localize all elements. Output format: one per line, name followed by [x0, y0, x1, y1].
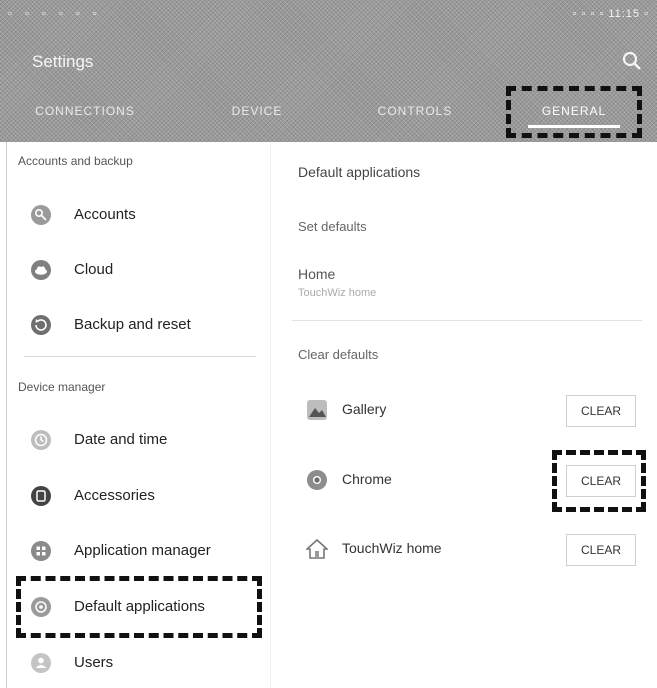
tab-label: CONNECTIONS	[35, 104, 135, 118]
accessories-icon	[31, 486, 51, 506]
clock-icon	[31, 430, 51, 450]
detail-title: Default applications	[298, 164, 421, 180]
clear-defaults-header: Clear defaults	[298, 347, 379, 362]
menu-label: Accounts	[74, 206, 136, 223]
app-label: TouchWiz home	[342, 540, 442, 556]
clear-gallery-button[interactable]: CLEAR	[566, 395, 636, 427]
tab-controls[interactable]: CONTROLS	[360, 96, 470, 126]
home-label: Home	[298, 266, 336, 282]
tab-label: CONTROLS	[377, 104, 453, 118]
menu-label: Cloud	[74, 261, 114, 278]
menu-label: Date and time	[74, 431, 168, 448]
key-icon	[31, 205, 51, 225]
menu-item-accounts[interactable]: Accounts	[18, 196, 258, 236]
menu-label: Default applications	[74, 598, 205, 615]
menu-label: Accessories	[74, 487, 155, 504]
home-icon	[306, 538, 328, 559]
search-icon[interactable]	[621, 50, 643, 72]
gallery-icon	[307, 400, 327, 420]
tab-bar: CONNECTIONS DEVICE CONTROLS GENERAL	[0, 96, 657, 132]
cloud-icon	[31, 260, 51, 280]
apps-icon	[31, 541, 51, 561]
app-row-touchwiz-home: TouchWiz home CLEAR	[298, 530, 643, 570]
status-bar: ▫ ▫ ▫ ▫ ▫ ▫ ▫ ▫ ▫ ▫ 11:15 ▫	[0, 0, 657, 38]
home-value: TouchWiz home	[298, 287, 377, 299]
menu-label: Application manager	[74, 542, 211, 559]
app-label: Chrome	[342, 471, 392, 487]
tab-connections[interactable]: CONNECTIONS	[20, 96, 150, 126]
clear-chrome-button[interactable]: CLEAR	[566, 465, 636, 497]
left-border	[6, 142, 7, 688]
backup-icon	[31, 315, 51, 335]
menu-item-backup-reset[interactable]: Backup and reset	[18, 306, 258, 346]
app-header: ▫ ▫ ▫ ▫ ▫ ▫ ▫ ▫ ▫ ▫ 11:15 ▫ Settings CON…	[0, 0, 657, 142]
right-divider	[292, 320, 642, 321]
menu-item-users[interactable]: Users	[18, 644, 258, 684]
menu-item-default-applications[interactable]: Default applications	[18, 588, 258, 628]
menu-label: Backup and reset	[74, 316, 191, 333]
chrome-icon	[307, 470, 327, 490]
tab-label: DEVICE	[231, 104, 283, 118]
tab-label: GENERAL	[541, 104, 607, 118]
tab-general[interactable]: GENERAL	[520, 96, 628, 128]
section-accounts-backup: Accounts and backup	[18, 154, 133, 168]
menu-item-date-time[interactable]: Date and time	[18, 421, 258, 461]
status-icons-right: ▫ ▫ ▫ ▫ 11:15 ▫	[572, 8, 649, 20]
page-title: Settings	[32, 52, 94, 71]
status-icons-left: ▫ ▫ ▫ ▫ ▫ ▫	[8, 8, 102, 20]
users-icon	[31, 653, 51, 673]
tab-device[interactable]: DEVICE	[212, 96, 302, 126]
clear-touchwiz-button[interactable]: CLEAR	[566, 534, 636, 566]
menu-item-cloud[interactable]: Cloud	[18, 251, 258, 291]
app-label: Gallery	[342, 401, 387, 417]
default-apps-icon	[31, 597, 51, 617]
active-tab-indicator	[528, 125, 620, 128]
section-device-manager: Device manager	[18, 380, 106, 394]
app-row-chrome: Chrome CLEAR	[298, 461, 643, 501]
menu-item-application-manager[interactable]: Application manager	[18, 532, 258, 572]
section-divider	[24, 356, 256, 357]
column-divider	[270, 142, 271, 688]
menu-item-accessories[interactable]: Accessories	[18, 477, 258, 517]
app-row-gallery: Gallery CLEAR	[298, 391, 643, 431]
menu-label: Users	[74, 654, 114, 671]
set-defaults-header: Set defaults	[298, 219, 367, 234]
